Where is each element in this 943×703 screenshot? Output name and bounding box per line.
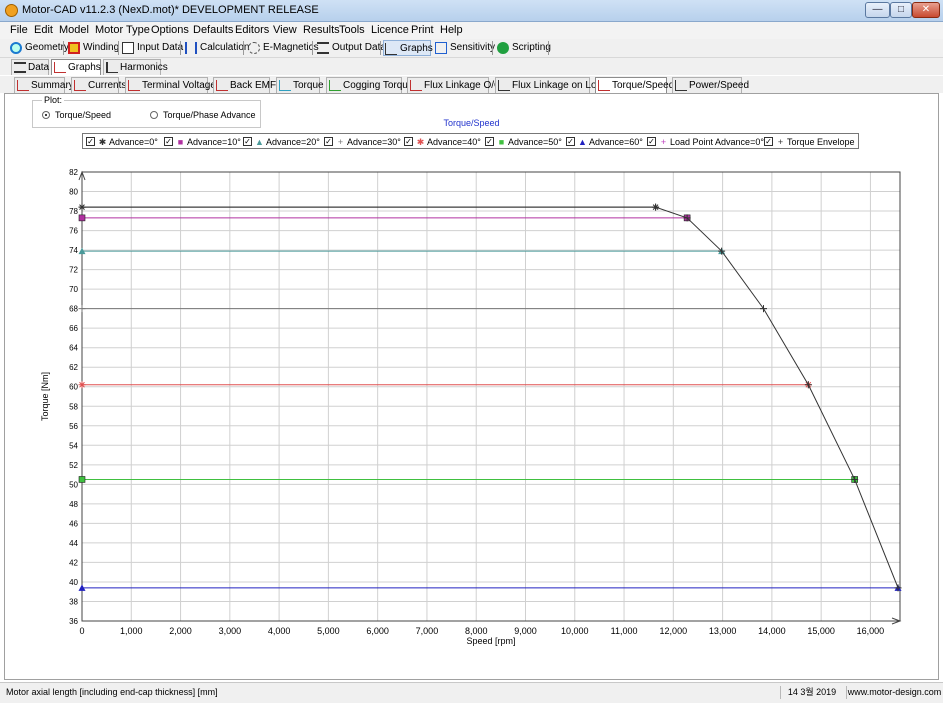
y-tick-label: 46 bbox=[69, 519, 78, 528]
y-tick-label: 82 bbox=[69, 168, 78, 177]
x-tick-label: 3,000 bbox=[219, 626, 242, 636]
status-date: 14 3월 2019 bbox=[780, 686, 843, 699]
x-tick-label: 6,000 bbox=[366, 626, 389, 636]
x-axis-label: Speed [rpm] bbox=[466, 636, 515, 646]
y-tick-label: 44 bbox=[69, 539, 78, 548]
y-tick-label: 50 bbox=[69, 480, 78, 489]
y-tick-label: 40 bbox=[69, 578, 78, 587]
x-tick-label: 8,000 bbox=[465, 626, 488, 636]
y-tick-label: 42 bbox=[69, 558, 78, 567]
y-tick-label: 72 bbox=[69, 266, 78, 275]
y-tick-label: 70 bbox=[69, 285, 78, 294]
x-tick-label: 2,000 bbox=[169, 626, 192, 636]
x-tick-label: 10,000 bbox=[561, 626, 589, 636]
status-url: www.motor-design.com bbox=[846, 686, 942, 699]
y-tick-label: 38 bbox=[69, 597, 78, 606]
x-tick-label: 5,000 bbox=[317, 626, 340, 636]
y-axis-label: Torque [Nm] bbox=[40, 372, 50, 421]
x-tick-label: 4,000 bbox=[268, 626, 291, 636]
x-tick-label: 11,000 bbox=[611, 626, 638, 636]
y-tick-label: 76 bbox=[69, 227, 78, 236]
y-tick-label: 62 bbox=[69, 363, 78, 372]
y-tick-label: 66 bbox=[69, 324, 78, 333]
x-tick-label: 15,000 bbox=[807, 626, 835, 636]
y-tick-label: 58 bbox=[69, 402, 78, 411]
status-hint: Motor axial length [including end-cap th… bbox=[6, 687, 218, 697]
y-tick-label: 78 bbox=[69, 207, 78, 216]
series-point-1 bbox=[78, 214, 86, 222]
x-tick-label: 14,000 bbox=[758, 626, 786, 636]
x-tick-label: 13,000 bbox=[709, 626, 737, 636]
torque-speed-chart[interactable]: 0 1,000 2,000 3,000 4,000 5,000 6,000 7,000 8,00… bbox=[0, 0, 943, 703]
series-point-3 bbox=[78, 305, 86, 313]
y-tick-label: 48 bbox=[69, 500, 78, 509]
x-tick-label: 7,000 bbox=[416, 626, 439, 636]
series-line-8 bbox=[82, 206, 899, 588]
y-tick-label: 54 bbox=[69, 441, 78, 450]
x-tick-label: 0 bbox=[79, 626, 84, 636]
y-tick-label: 36 bbox=[69, 617, 78, 626]
y-tick-label: 60 bbox=[69, 383, 78, 392]
y-tick-label: 80 bbox=[69, 188, 78, 197]
y-tick-label: 56 bbox=[69, 422, 78, 431]
status-bar: Motor axial length [including end-cap th… bbox=[0, 682, 943, 703]
plot-frame bbox=[81, 171, 901, 622]
y-tick-label: 68 bbox=[69, 305, 78, 314]
series-point-8 bbox=[760, 305, 768, 313]
y-tick-label: 64 bbox=[69, 344, 78, 353]
y-tick-label: 52 bbox=[69, 461, 78, 470]
series-point-4 bbox=[78, 381, 86, 389]
x-tick-label: 1,000 bbox=[120, 626, 143, 636]
x-tick-label: 12,000 bbox=[660, 626, 688, 636]
series-point-5 bbox=[78, 476, 86, 483]
x-tick-label: 9,000 bbox=[514, 626, 537, 636]
y-tick-label: 74 bbox=[69, 246, 78, 255]
x-tick-label: 16,000 bbox=[857, 626, 885, 636]
